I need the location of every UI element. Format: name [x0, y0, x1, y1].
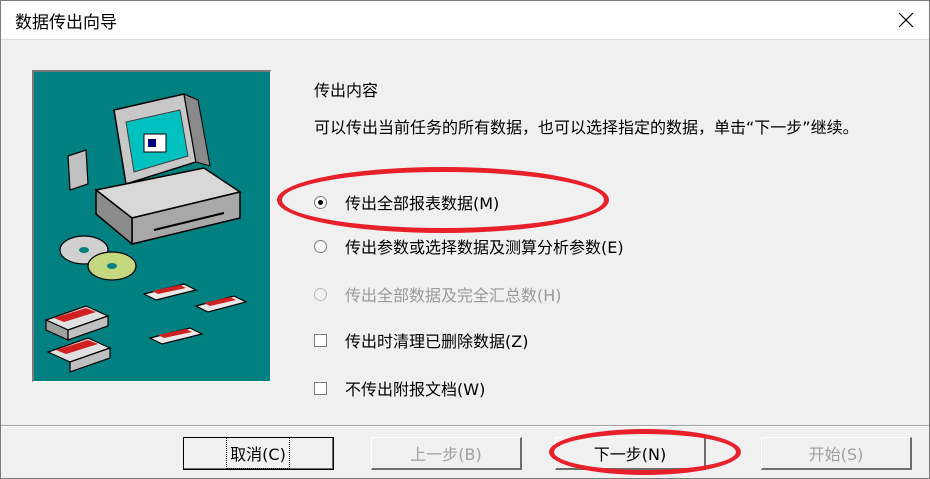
close-button[interactable] [883, 1, 929, 39]
radio-export-all-reports[interactable]: 传出全部报表数据(M) [314, 189, 499, 215]
close-icon [898, 12, 914, 28]
next-label: 下一步(N) [593, 445, 667, 464]
radio-button[interactable] [314, 239, 327, 253]
window-title: 数据传出向导 [15, 13, 117, 33]
option-label: 传出时清理已删除数据(Z) [345, 332, 529, 351]
title-divider [1, 39, 929, 40]
back-label: 上一步(B) [410, 445, 482, 464]
section-heading: 传出内容 [314, 81, 379, 100]
checkbox-clean-deleted[interactable]: 传出时清理已删除数据(Z) [314, 327, 528, 353]
checkbox-skip-attachments[interactable]: 不传出附报文档(W) [314, 375, 485, 401]
cancel-button[interactable]: 取消(C) [183, 437, 334, 470]
button-divider-highlight [1, 426, 929, 427]
back-button: 上一步(B) [371, 437, 522, 470]
checkbox[interactable] [314, 333, 327, 347]
option-label: 传出参数或选择数据及测算分析参数(E) [345, 238, 624, 257]
start-button: 开始(S) [761, 437, 912, 470]
option-label: 传出全部报表数据(M) [345, 194, 500, 213]
wizard-illustration [32, 70, 271, 382]
option-label: 传出全部数据及完全汇总数(H) [345, 286, 562, 305]
radio-export-params[interactable]: 传出参数或选择数据及测算分析参数(E) [314, 233, 624, 259]
radio-button-checked[interactable] [314, 195, 327, 209]
radio-export-all-summary: 传出全部数据及完全汇总数(H) [314, 281, 562, 307]
computer-illustration-icon [44, 93, 248, 373]
checkbox[interactable] [314, 381, 327, 395]
next-button[interactable]: 下一步(N) [555, 437, 706, 470]
title-bar: 数据传出向导 [1, 1, 929, 39]
option-label: 不传出附报文档(W) [345, 380, 486, 399]
wizard-dialog: 数据传出向导 传出内容 可以传出当前任务的所有数据，也可以选择指定的数据，单击“… [0, 0, 930, 479]
section-description: 可以传出当前任务的所有数据，也可以选择指定的数据，单击“下一步”继续。 [314, 118, 859, 137]
radio-button-disabled [314, 287, 327, 301]
start-label: 开始(S) [808, 445, 864, 464]
cancel-label: 取消(C) [226, 437, 290, 469]
